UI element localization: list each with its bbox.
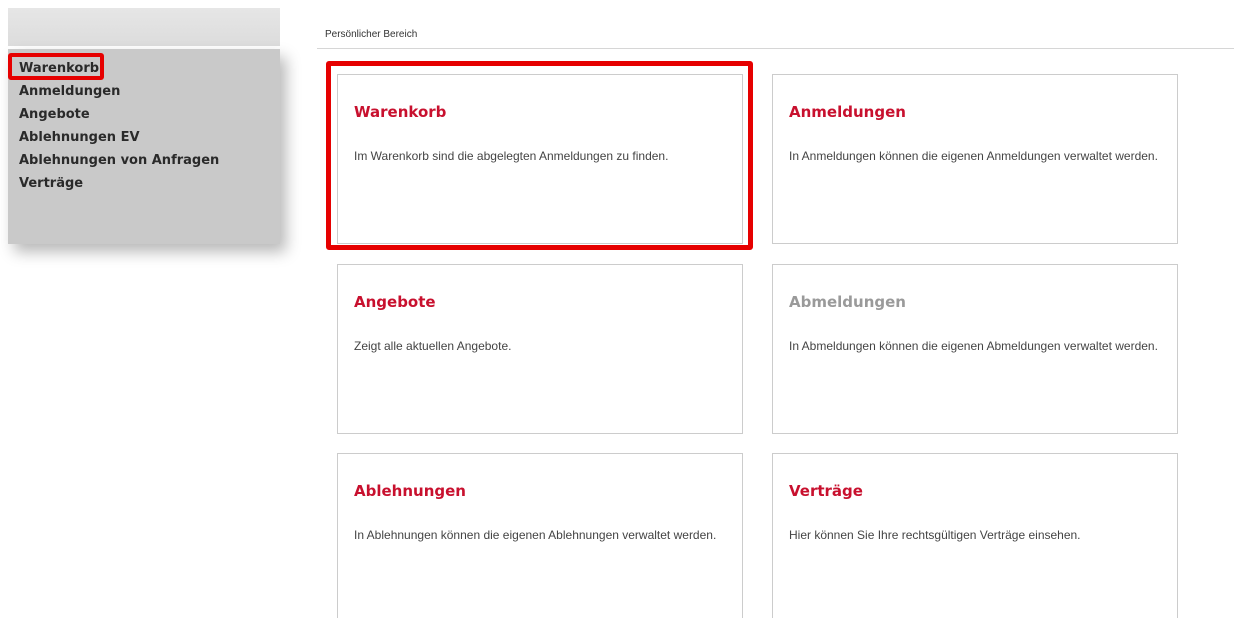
sidebar-item-vertraege[interactable]: Verträge — [8, 172, 280, 195]
tile-abmeldungen[interactable]: Abmeldungen In Abmeldungen können die ei… — [772, 264, 1178, 434]
sidebar-item-ablehnungen-ev[interactable]: Ablehnungen EV — [8, 126, 280, 149]
sidebar-item-anmeldungen[interactable]: Anmeldungen — [8, 80, 280, 103]
sidebar-item-ablehnungen-von-anfragen[interactable]: Ablehnungen von Anfragen — [8, 149, 280, 172]
tile-description: In Anmeldungen können die eigenen Anmeld… — [789, 149, 1158, 163]
tile-description: In Abmeldungen können die eigenen Abmeld… — [789, 339, 1158, 353]
tile-description: Hier können Sie Ihre rechtsgültigen Vert… — [789, 528, 1081, 542]
tile-title: Warenkorb — [354, 103, 447, 121]
tile-ablehnungen[interactable]: Ablehnungen In Ablehnungen können die ei… — [337, 453, 743, 618]
tile-angebote[interactable]: Angebote Zeigt alle aktuellen Angebote. — [337, 264, 743, 434]
breadcrumb-divider — [317, 48, 1234, 49]
tile-title: Angebote — [354, 293, 436, 311]
breadcrumb: Persönlicher Bereich — [325, 29, 418, 40]
tile-title: Anmeldungen — [789, 103, 906, 121]
sidebar-nav: Warenkorb Anmeldungen Angebote Ablehnung… — [8, 49, 280, 244]
tile-description: In Ablehnungen können die eigenen Ablehn… — [354, 528, 717, 542]
tile-warenkorb[interactable]: Warenkorb Im Warenkorb sind die abgelegt… — [337, 74, 743, 244]
tile-description: Zeigt alle aktuellen Angebote. — [354, 339, 512, 353]
sidebar-header — [8, 8, 280, 46]
sidebar-item-angebote[interactable]: Angebote — [8, 103, 280, 126]
tile-title: Abmeldungen — [789, 293, 906, 311]
tile-title: Verträge — [789, 482, 863, 500]
tile-description: Im Warenkorb sind die abgelegten Anmeldu… — [354, 149, 669, 163]
tile-anmeldungen[interactable]: Anmeldungen In Anmeldungen können die ei… — [772, 74, 1178, 244]
tile-vertraege[interactable]: Verträge Hier können Sie Ihre rechtsgült… — [772, 453, 1178, 618]
sidebar-item-warenkorb[interactable]: Warenkorb — [8, 53, 280, 80]
tile-title: Ablehnungen — [354, 482, 466, 500]
sidebar-list: Warenkorb Anmeldungen Angebote Ablehnung… — [8, 49, 280, 195]
